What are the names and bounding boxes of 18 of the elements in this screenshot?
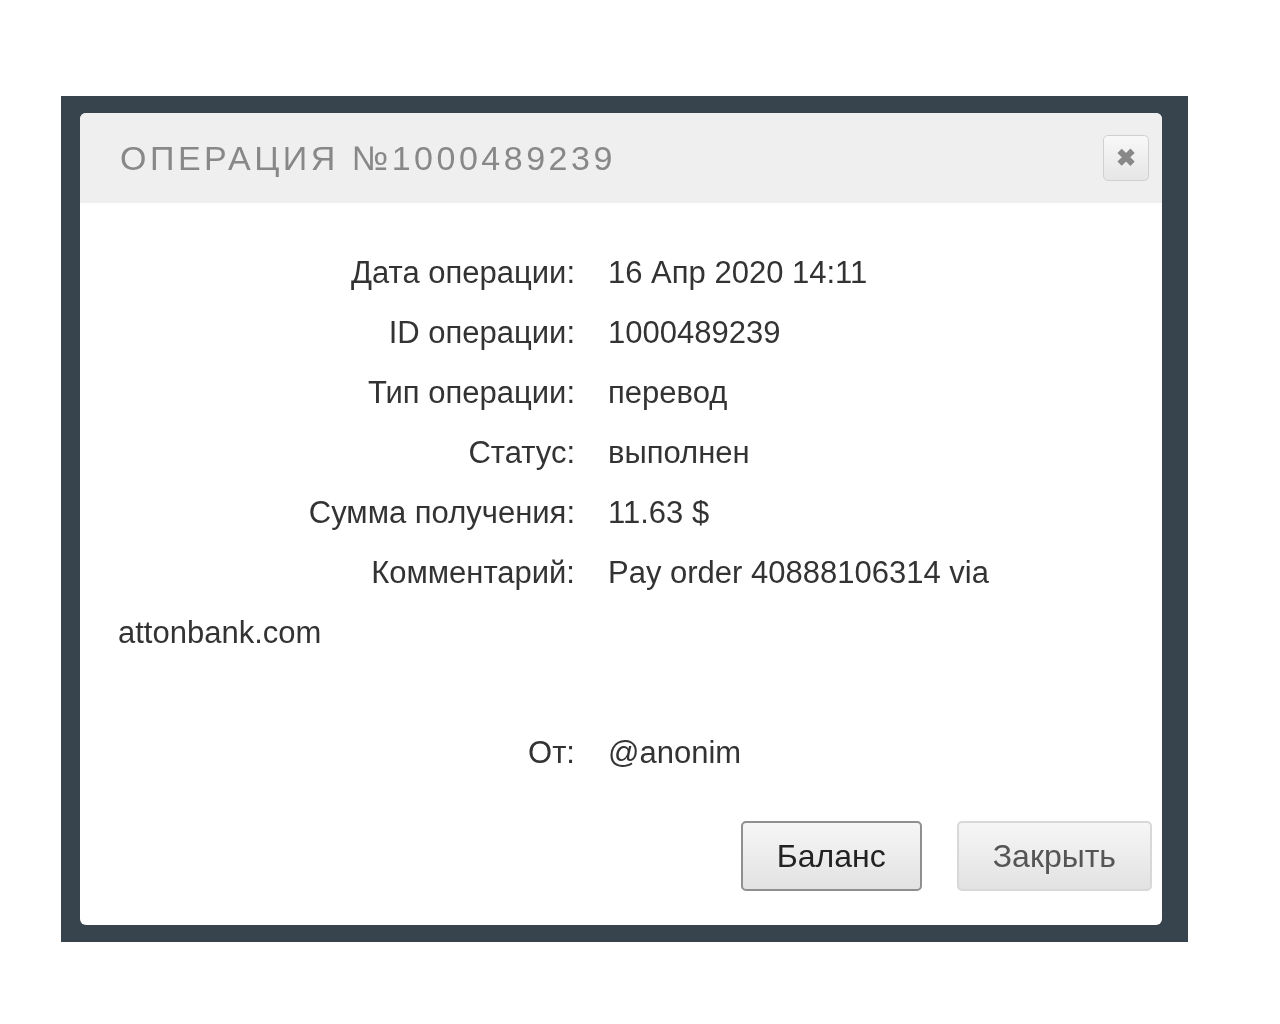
field-label: Статус: (467, 434, 575, 472)
field-label: Дата операции: (350, 254, 575, 292)
field-value: 16 Апр 2020 14:11 (608, 255, 868, 290)
field-value: перевод (608, 375, 728, 410)
dialog-button[interactable]: Закрыть (956, 821, 1152, 891)
field-label: Тип операции: (366, 374, 575, 412)
field-label: ID операции: (387, 314, 575, 352)
field-value: выполнен (608, 435, 750, 470)
field-value: 1000489239 (608, 315, 781, 350)
field-label: Сумма получения: (307, 494, 575, 532)
field-label: От: (527, 734, 575, 772)
dialog-button[interactable]: Баланс (740, 821, 922, 891)
field-value: Pay order 40888106314 via (608, 555, 989, 590)
field-value: @anonim (608, 735, 742, 770)
dialog-title: ОПЕРАЦИЯ №1000489239 (120, 138, 616, 178)
field-value-continued: attonbank.com (118, 615, 322, 650)
field-value: 11.63 $ (608, 495, 710, 530)
field-label: Комментарий: (370, 554, 575, 592)
